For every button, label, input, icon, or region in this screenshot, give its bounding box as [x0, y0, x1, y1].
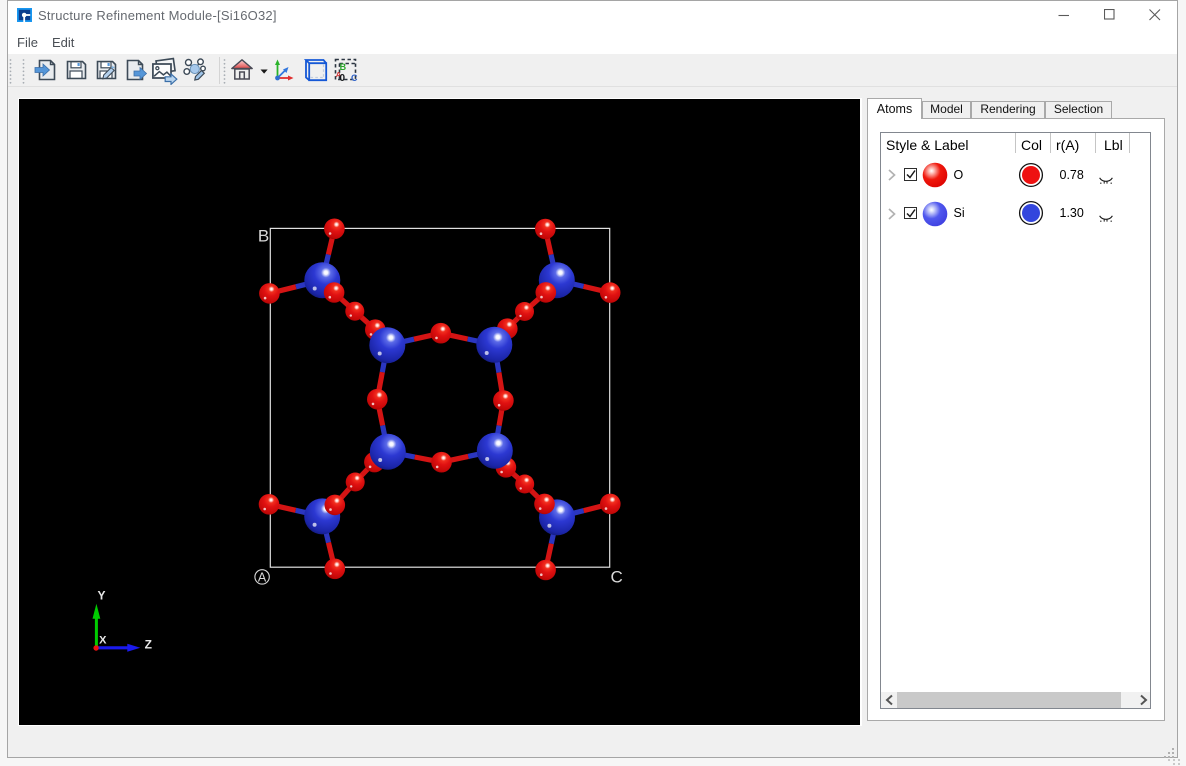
- svg-text:C: C: [611, 567, 623, 586]
- svg-text:C: C: [351, 73, 358, 82]
- svg-text:Z: Z: [145, 637, 152, 651]
- svg-text:A: A: [258, 570, 267, 584]
- svg-text:B: B: [258, 226, 269, 245]
- svg-text:0: 0: [340, 73, 346, 82]
- svg-text:X: X: [99, 634, 107, 646]
- svg-text:Y: Y: [98, 588, 106, 602]
